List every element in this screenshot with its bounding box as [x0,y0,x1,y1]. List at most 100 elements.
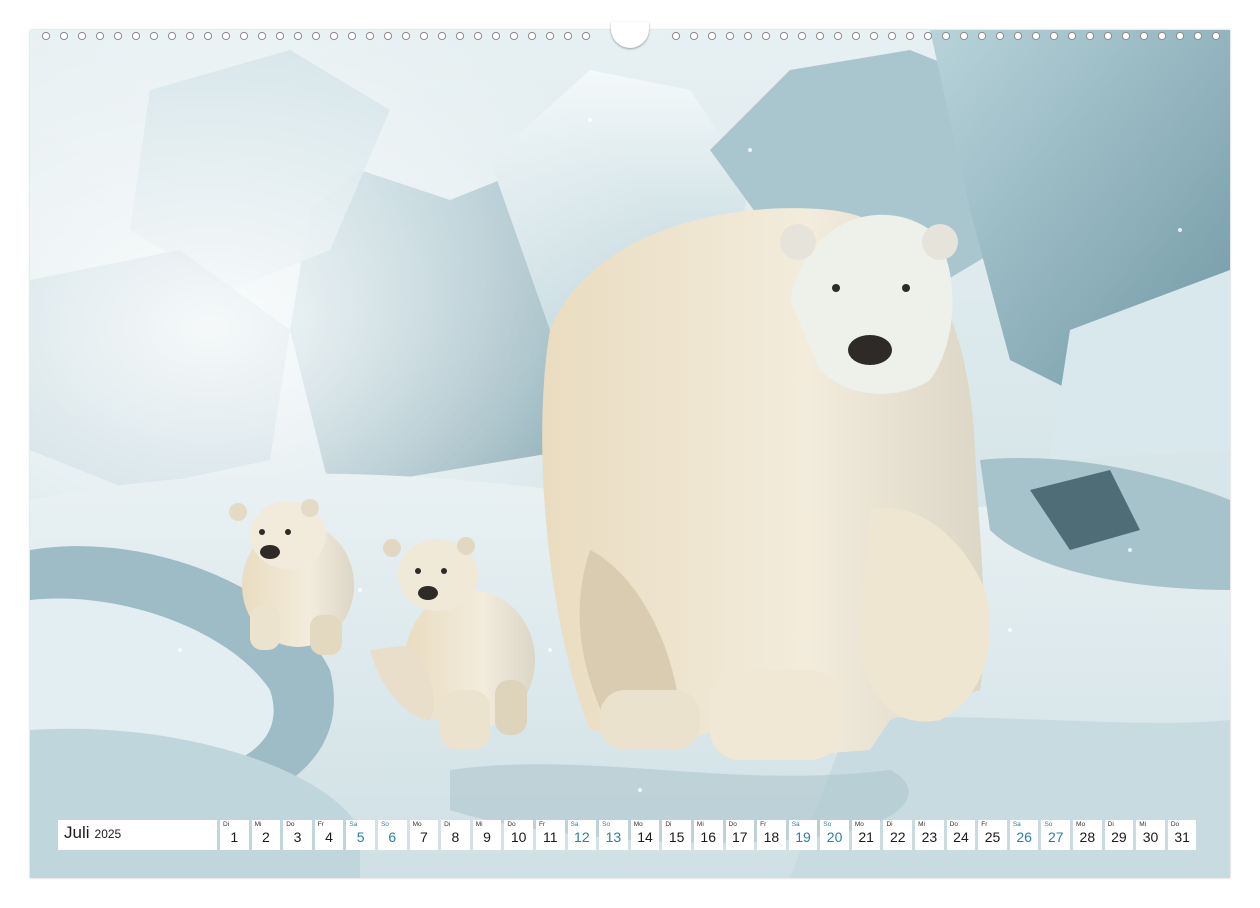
day-number: 6 [388,829,397,845]
binding-ring [959,31,969,41]
day-number: 22 [889,829,906,845]
day-cell: So 6 [377,820,407,850]
day-number: 19 [795,829,811,845]
day-number: 9 [483,829,491,845]
day-cell: Do 24 [946,820,976,850]
binding-ring [869,31,879,41]
day-number: 2 [261,829,270,845]
day-number: 27 [1047,829,1064,845]
binding-ring [779,31,789,41]
binding-ring [149,31,159,41]
day-weekday: Fr [760,821,767,828]
binding-ring [527,31,537,41]
day-weekday: Di [886,821,893,828]
day-number: 23 [921,829,938,845]
binding-ring [905,31,915,41]
binding-ring [1085,31,1095,41]
binding-ring [203,31,213,41]
day-weekday: Do [286,821,295,828]
binding-ring [365,31,375,41]
binding-ring [77,31,87,41]
binding-ring [1175,31,1185,41]
day-weekday: Mi [918,821,925,828]
day-number: 10 [510,829,527,845]
day-weekday: Mi [1139,821,1147,828]
binding-ring [941,31,951,41]
day-number: 13 [605,829,622,845]
binding-ring [725,31,735,41]
day-number: 7 [419,829,428,845]
day-number: 17 [732,829,748,845]
day-number: 29 [1111,829,1127,845]
binding-ring [509,31,519,41]
day-cell: Do 17 [725,820,755,850]
binding-ring [59,31,69,41]
day-weekday: So [602,821,611,828]
day-weekday: Fr [981,821,988,828]
binding-ring [1013,31,1023,41]
day-weekday: Sa [791,821,800,828]
day-number: 24 [953,829,969,845]
day-cell: Fr 25 [978,820,1007,850]
day-number: 26 [1016,829,1032,845]
binding-ring [473,31,483,41]
binding-ring [41,31,51,41]
day-cell: Mi 30 [1136,820,1165,850]
binding-ring [1103,31,1113,41]
day-weekday: Mi [254,821,262,828]
day-weekday: Sa [1012,821,1021,828]
binding-ring [851,31,861,41]
binding-ring [563,31,573,41]
binding-ring [437,31,447,41]
binding-ring [761,31,771,41]
polar-bear-photo [30,30,1230,878]
day-weekday: Mo [633,821,643,828]
binding-ring [455,31,465,41]
binding-ring [239,31,249,41]
day-number: 31 [1174,829,1190,845]
day-number: 16 [700,829,716,845]
binding-ring [689,31,699,41]
day-list: Di 1 Mi 2 Do 3 Fr 4 Sa 5 So 6 Mo 7 Di 8 Mi 9 Do 10 Fr 11 Sa 12 S… [220,820,1197,850]
day-cell: Di 29 [1104,820,1134,850]
day-cell: Sa 26 [1009,820,1039,850]
day-cell: Do 10 [504,820,533,850]
day-number: 15 [668,829,685,845]
day-number: 14 [637,829,653,845]
day-cell: So 27 [1041,820,1071,850]
day-cell: So 20 [820,820,849,850]
binding-ring [347,31,357,41]
day-number: 28 [1079,829,1096,845]
day-cell: Fr 4 [314,820,344,850]
day-number: 11 [542,829,558,845]
binding-ring [1067,31,1077,41]
day-cell: So 13 [599,820,628,850]
binding-ring [1139,31,1149,41]
day-weekday: Di [223,821,230,828]
day-cell: Di 8 [441,820,470,850]
day-number: 12 [574,829,590,845]
binding-ring [1049,31,1059,41]
day-weekday: Di [444,821,451,828]
day-cell: Mi 23 [915,820,944,850]
day-cell: Di 22 [883,820,913,850]
day-weekday: Mo [412,821,422,828]
day-number: 25 [984,829,1001,845]
binding-ring [797,31,807,41]
day-weekday: Sa [349,821,358,828]
day-cell: Di 1 [220,820,249,850]
day-cell: Do 31 [1167,820,1197,850]
day-cell: Sa 12 [567,820,597,850]
day-cell: Sa 19 [788,820,818,850]
day-weekday: Fr [538,821,546,828]
day-cell: Mo 14 [630,820,660,850]
day-number: 5 [356,829,365,845]
day-weekday: Mo [854,821,864,828]
binding-ring [401,31,411,41]
calendar-page [30,30,1230,878]
binding-ring [743,31,753,41]
day-number: 20 [826,829,843,845]
binding-ring [1121,31,1131,41]
binding-ring [221,31,231,41]
day-weekday: Do [728,821,737,828]
